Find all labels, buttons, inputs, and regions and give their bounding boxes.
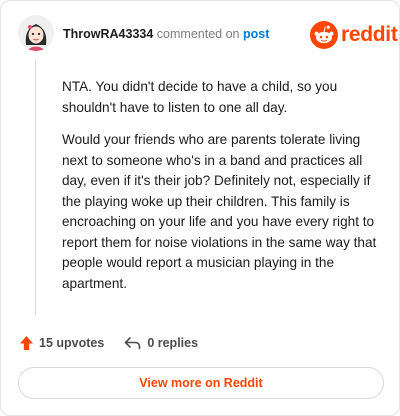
thread-line bbox=[35, 59, 36, 315]
comment-body: NTA. You didn't decide to have a child, … bbox=[62, 77, 387, 306]
commented-on-label: commented on bbox=[156, 27, 240, 41]
comment-paragraph: NTA. You didn't decide to have a child, … bbox=[62, 79, 338, 115]
upvote-arrow-icon bbox=[20, 336, 33, 350]
comment-header: ThrowRA43334 commented on post bbox=[63, 26, 269, 42]
reddit-wordmark: reddit bbox=[341, 23, 398, 46]
comment-paragraph: Would your friends who are parents toler… bbox=[62, 132, 377, 291]
reddit-brand[interactable]: reddit bbox=[310, 21, 398, 49]
upvote-count: 15 upvotes bbox=[39, 336, 105, 350]
username-link[interactable]: ThrowRA43334 bbox=[63, 27, 153, 41]
post-link[interactable]: post bbox=[243, 27, 269, 41]
reddit-snoo-icon bbox=[310, 21, 338, 49]
reddit-comment-embed-card: ThrowRA43334 commented on post reddit NT… bbox=[0, 0, 400, 416]
view-more-button[interactable]: View more on Reddit bbox=[18, 367, 384, 399]
avatar-illustration-icon bbox=[18, 15, 54, 51]
comment-actions: 15 upvotes 0 replies bbox=[19, 335, 198, 351]
reply-button[interactable]: 0 replies bbox=[124, 336, 198, 350]
user-avatar[interactable] bbox=[18, 15, 54, 51]
upvote-button[interactable]: 15 upvotes bbox=[19, 335, 104, 351]
reply-arrow-icon bbox=[125, 337, 141, 350]
reply-count: 0 replies bbox=[147, 336, 199, 350]
